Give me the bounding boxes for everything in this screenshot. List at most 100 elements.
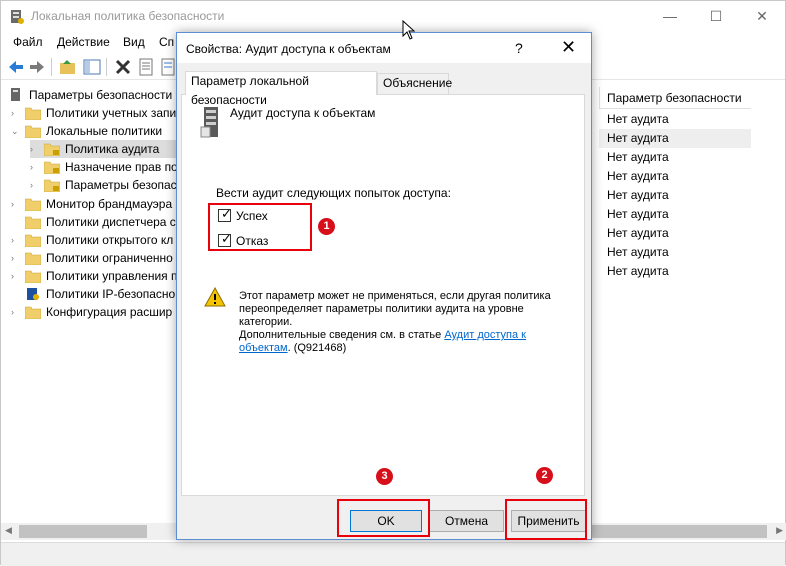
warning-line: переопределяет параметры политики аудита… <box>239 303 524 315</box>
folder-icon <box>25 198 41 211</box>
tree-panel: Параметры безопасности › Политики учетных… <box>1 83 179 523</box>
chevron-right-icon[interactable]: › <box>11 249 21 267</box>
main-window-title: Локальная политика безопасности <box>31 9 225 23</box>
list-row-value[interactable]: Нет аудита <box>599 224 751 243</box>
chevron-right-icon[interactable]: › <box>11 104 21 122</box>
maximize-button[interactable]: ☐ <box>693 1 739 32</box>
menu-help[interactable]: Сп <box>159 35 174 49</box>
list-row-value[interactable]: Нет аудита <box>599 110 751 129</box>
chevron-right-icon[interactable]: › <box>30 158 40 176</box>
tree-item-ip-security-policies[interactable]: Политики IP-безопасно <box>11 285 179 303</box>
minimize-button[interactable]: — <box>647 1 693 32</box>
tree-item-security-options[interactable]: › Параметры безопасн <box>30 176 179 194</box>
tree-item-label: Политики открытого кл <box>46 232 174 247</box>
tree-item-public-key-policies[interactable]: › Политики открытого кл <box>11 231 179 249</box>
folder-icon <box>25 234 41 247</box>
tree-item-label: Политики диспетчера с <box>46 214 176 229</box>
tree-item-label: Конфигурация расшир <box>46 305 173 320</box>
dialog-titlebar: Свойства: Аудит доступа к объектам ? ✕ <box>177 33 591 63</box>
toolbar-separator <box>106 58 107 76</box>
tree-item-label: Монитор брандмауэра <box>46 196 173 211</box>
menu-view[interactable]: Вид <box>123 35 145 49</box>
list-horizontal-scrollbar[interactable]: ▶ <box>591 523 786 540</box>
status-bar <box>1 542 785 566</box>
tree-item-network-list-manager-policies[interactable]: Политики диспетчера с <box>11 213 179 231</box>
checkbox-highlight-box <box>208 203 312 251</box>
annotation-marker-2: 2 <box>536 467 553 484</box>
scrollbar-thumb[interactable] <box>591 525 767 538</box>
tree-item-audit-policy[interactable]: › Политика аудита <box>30 140 179 159</box>
help-button[interactable]: ? <box>515 40 523 56</box>
list-row-value[interactable]: Нет аудита <box>599 243 751 262</box>
folder-icon <box>25 125 41 139</box>
tree-item-advanced-audit-configuration[interactable]: › Конфигурация расшир <box>11 303 179 321</box>
security-settings-icon <box>11 88 20 101</box>
tree-item-label: Политики IP-безопасно <box>46 287 176 301</box>
scrollbar-thumb[interactable] <box>19 525 147 538</box>
tree-item-user-rights-assignment[interactable]: › Назначение прав по <box>30 158 179 176</box>
tree-item-label: Назначение прав по <box>65 160 178 175</box>
chevron-right-icon[interactable]: › <box>11 303 21 321</box>
tree-item-software-restriction-policies[interactable]: › Политики ограниченно <box>11 249 179 267</box>
chevron-right-icon[interactable]: › <box>30 140 40 158</box>
list-column-header[interactable]: Параметр безопасности <box>599 87 751 109</box>
chevron-down-icon[interactable]: ⌄ <box>11 122 21 140</box>
tab-explanation[interactable]: Объяснение <box>377 73 452 94</box>
forward-arrow-icon[interactable] <box>28 58 46 76</box>
list-row-value[interactable]: Нет аудита <box>599 262 751 281</box>
menu-file[interactable]: Файл <box>13 35 43 49</box>
chevron-right-icon[interactable]: › <box>11 195 21 213</box>
folder-up-icon[interactable] <box>59 58 77 76</box>
export-list-icon[interactable] <box>159 58 177 76</box>
main-titlebar: Локальная политика безопасности — ☐ ✕ <box>1 1 785 32</box>
scroll-left-arrow-icon[interactable]: ◀ <box>5 525 12 536</box>
kb-article-link[interactable]: Аудит доступа к <box>444 329 526 341</box>
tree-item-label: Параметры безопасн <box>65 178 179 193</box>
tab-panel: Аудит доступа к объектам Вести аудит сле… <box>181 94 585 496</box>
tree-root[interactable]: Параметры безопасности <box>9 86 179 104</box>
tree-item-application-control-policies[interactable]: › Политики управления п <box>11 267 179 285</box>
tab-local-security-setting[interactable]: Параметр локальной безопасности <box>185 71 377 107</box>
warning-text: Этот параметр может не применяться, если… <box>239 290 559 355</box>
tree-item-label: Политики ограниченно <box>46 250 173 265</box>
list-row-value[interactable]: Нет аудита <box>599 186 751 205</box>
tree-item-account-policies[interactable]: › Политики учетных запи <box>11 104 179 122</box>
locked-folder-icon <box>44 161 60 175</box>
list-row-value[interactable]: Нет аудита <box>599 148 751 167</box>
list-row-value[interactable]: Нет аудита <box>599 129 751 148</box>
show-hide-tree-icon[interactable] <box>83 58 101 76</box>
chevron-right-icon[interactable]: › <box>11 231 21 249</box>
apply-highlight-box <box>505 499 587 540</box>
tree-root-label: Параметры безопасности <box>29 88 173 102</box>
tree-item-label: Политика аудита <box>65 142 160 157</box>
cancel-button[interactable]: Отмена <box>429 510 504 532</box>
tree-item-firewall-monitor[interactable]: › Монитор брандмауэра <box>11 195 179 213</box>
dialog-title: Свойства: Аудит доступа к объектам <box>186 42 391 56</box>
back-arrow-icon[interactable] <box>7 58 25 76</box>
menu-action[interactable]: Действие <box>57 35 110 49</box>
locked-folder-icon <box>44 180 60 193</box>
audit-properties-dialog: Свойства: Аудит доступа к объектам ? ✕ П… <box>176 32 592 540</box>
properties-icon[interactable] <box>137 58 155 76</box>
close-main-button[interactable]: ✕ <box>739 1 785 32</box>
folder-icon <box>25 107 41 120</box>
close-dialog-button[interactable]: ✕ <box>561 37 576 58</box>
chevron-right-icon[interactable]: › <box>11 267 21 285</box>
folder-icon <box>25 306 41 320</box>
list-row-value[interactable]: Нет аудита <box>599 167 751 186</box>
ok-highlight-box <box>337 499 430 537</box>
chevron-right-icon[interactable]: › <box>30 176 40 194</box>
tree-horizontal-scrollbar[interactable]: ◀ <box>1 523 177 540</box>
delete-icon[interactable] <box>114 58 132 76</box>
tree-item-local-policies[interactable]: ⌄ Локальные политики <box>11 122 179 140</box>
annotation-marker-1: 1 <box>318 218 335 235</box>
warning-line: Дополнительные сведения см. в статье <box>239 329 445 341</box>
folder-icon <box>25 216 41 229</box>
kb-article-link[interactable]: объектам <box>239 342 288 354</box>
warning-icon <box>204 287 226 307</box>
scroll-right-arrow-icon[interactable]: ▶ <box>776 525 783 536</box>
folder-icon <box>25 270 41 283</box>
list-row-value[interactable]: Нет аудита <box>599 205 751 224</box>
server-policy-icon <box>200 107 218 138</box>
locked-folder-icon <box>44 143 60 157</box>
